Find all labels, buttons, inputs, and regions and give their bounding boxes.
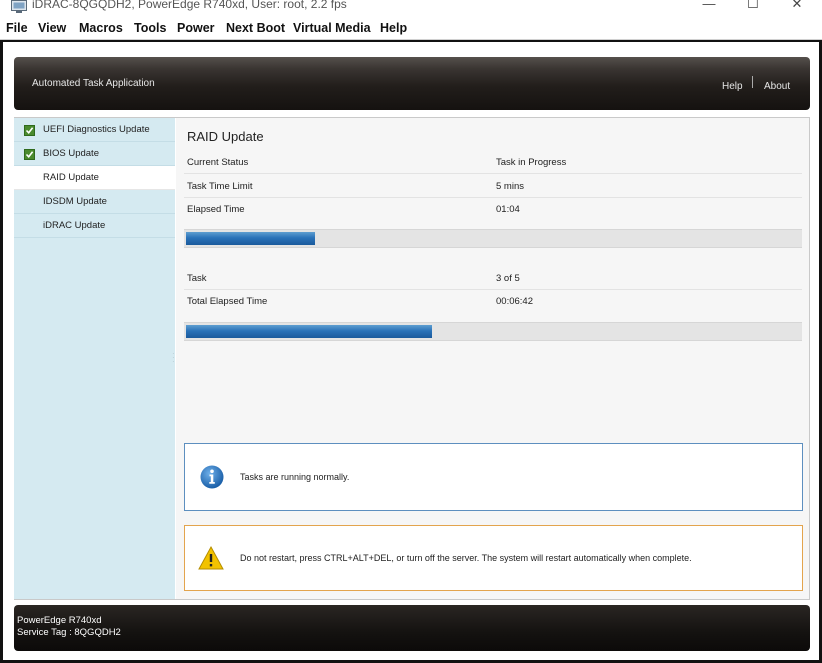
app-icon (11, 0, 27, 13)
row-divider (184, 289, 802, 290)
maximize-button[interactable]: ☐ (738, 0, 768, 12)
menu-tools[interactable]: Tools (134, 21, 166, 35)
page-title: RAID Update (187, 129, 264, 144)
task-progress-bar (184, 229, 802, 248)
sidebar-item-bios[interactable]: BIOS Update (14, 142, 175, 166)
menu-help[interactable]: Help (380, 21, 407, 35)
menu-virtual-media[interactable]: Virtual Media (293, 21, 371, 35)
close-button[interactable]: ✕ (782, 0, 812, 12)
task-count-value: 3 of 5 (496, 273, 520, 284)
system-footer: PowerEdge R740xd Service Tag : 8QGQDH2 (14, 605, 810, 651)
current-status-label: Current Status (187, 157, 249, 168)
menu-macros[interactable]: Macros (79, 21, 123, 35)
sidebar-item-label: RAID Update (43, 172, 99, 183)
app-title: Automated Task Application (32, 78, 155, 89)
server-model: PowerEdge R740xd (17, 615, 102, 626)
sidebar-item-label: BIOS Update (43, 148, 99, 159)
sidebar-item-label: UEFI Diagnostics Update (43, 124, 150, 135)
app-header: Automated Task Application Help About (14, 57, 810, 110)
check-icon (24, 125, 35, 136)
warning-icon (198, 545, 224, 570)
info-icon (200, 465, 224, 489)
menu-power[interactable]: Power (177, 21, 215, 35)
window-titlebar: iDRAC-8QGQDH2, PowerEdge R740xd, User: r… (0, 0, 822, 20)
total-elapsed-value: 00:06:42 (496, 296, 533, 307)
minimize-button[interactable]: — (694, 0, 724, 11)
warning-message-box: Do not restart, press CTRL+ALT+DEL, or t… (184, 525, 803, 591)
overall-progress-fill (186, 325, 432, 338)
task-progress-fill (186, 232, 315, 245)
task-sidebar: UEFI Diagnostics Update BIOS Update RAID… (14, 118, 175, 599)
menu-bar: File View Macros Tools Power Next Boot V… (0, 20, 822, 40)
menu-next-boot[interactable]: Next Boot (226, 21, 285, 35)
overall-progress-bar (184, 322, 802, 341)
about-link[interactable]: About (764, 81, 790, 92)
current-status-value: Task in Progress (496, 157, 567, 168)
sidebar-item-idrac[interactable]: iDRAC Update (14, 214, 175, 238)
service-tag: Service Tag : 8QGQDH2 (17, 627, 121, 638)
task-label: Task (187, 273, 207, 284)
time-limit-value: 5 mins (496, 181, 524, 192)
window-title: iDRAC-8QGQDH2, PowerEdge R740xd, User: r… (32, 0, 347, 11)
sidebar-item-label: IDSDM Update (43, 196, 107, 207)
info-message-text: Tasks are running normally. (240, 472, 350, 482)
info-message-box: Tasks are running normally. (184, 443, 803, 511)
sidebar-item-uefi-diagnostics[interactable]: UEFI Diagnostics Update (14, 118, 175, 142)
total-elapsed-label: Total Elapsed Time (187, 296, 268, 307)
check-icon (24, 149, 35, 160)
elapsed-time-label: Elapsed Time (187, 204, 245, 215)
warning-message-text: Do not restart, press CTRL+ALT+DEL, or t… (240, 553, 692, 563)
row-divider (184, 173, 802, 174)
help-link[interactable]: Help (722, 81, 743, 92)
header-separator (752, 76, 753, 88)
elapsed-time-value: 01:04 (496, 204, 520, 215)
sidebar-item-idsdm[interactable]: IDSDM Update (14, 190, 175, 214)
row-divider (184, 197, 802, 198)
time-limit-label: Task Time Limit (187, 181, 253, 192)
sidebar-item-raid[interactable]: RAID Update (14, 166, 175, 190)
menu-view[interactable]: View (38, 21, 66, 35)
menu-file[interactable]: File (6, 21, 28, 35)
sidebar-item-label: iDRAC Update (43, 220, 106, 231)
